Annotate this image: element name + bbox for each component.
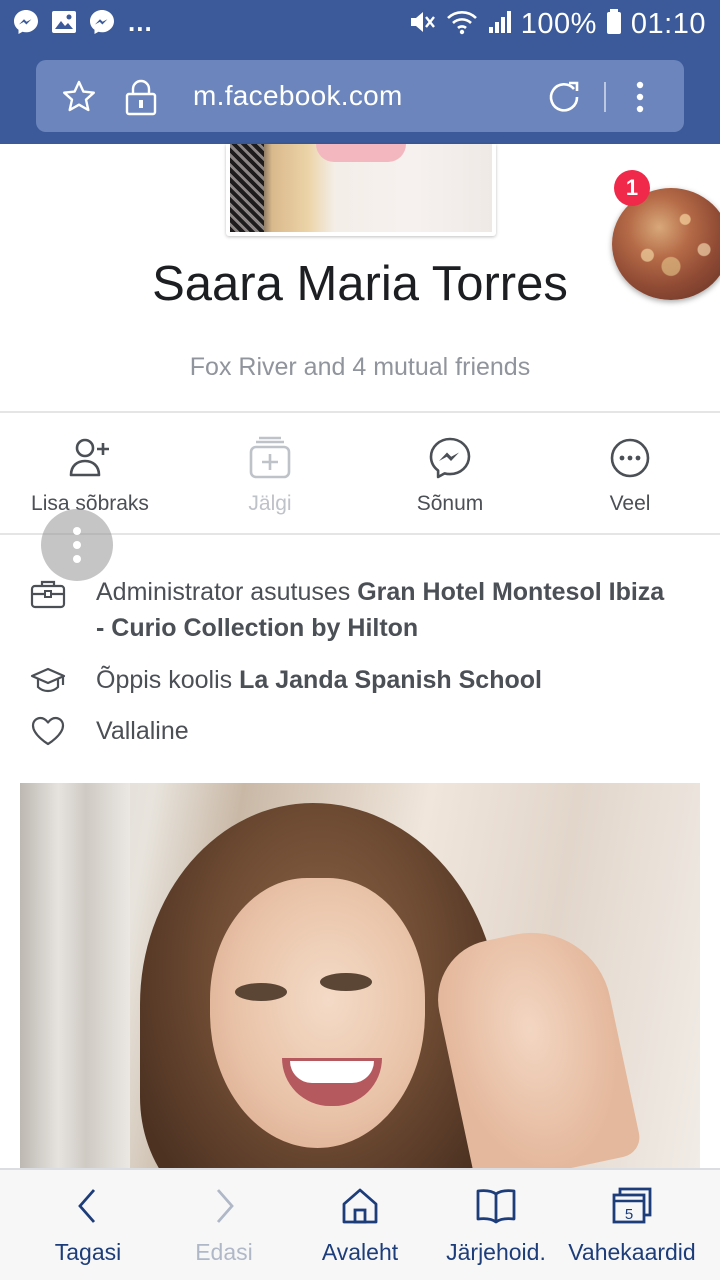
system-indicators: 100% 01:10 bbox=[407, 6, 706, 42]
dot bbox=[73, 527, 81, 535]
mutual-friends-link[interactable]: Fox River and 4 mutual friends bbox=[0, 350, 720, 384]
tabs-icon: 5 bbox=[612, 1187, 652, 1224]
follow-icon bbox=[249, 436, 291, 479]
profile-name: Saara Maria Torres bbox=[152, 257, 568, 311]
browser-bottom-nav: Tagasi Edasi Avaleht Järjehoid. 5 Vaheka… bbox=[0, 1168, 720, 1280]
home-icon bbox=[342, 1188, 378, 1224]
overflow-menu-icon[interactable] bbox=[632, 80, 648, 119]
school-link[interactable]: La Janda Spanish School bbox=[239, 666, 542, 694]
bookmarks-icon bbox=[476, 1189, 516, 1224]
battery-icon bbox=[605, 7, 623, 42]
mute-icon bbox=[407, 7, 437, 42]
school-prefix: Õppis koolis bbox=[96, 666, 240, 694]
messenger-icon bbox=[429, 437, 471, 479]
clock: 01:10 bbox=[630, 8, 706, 40]
chat-head-badge: 1 bbox=[614, 170, 650, 206]
education-text: Õppis koolis La Janda Spanish School bbox=[96, 662, 676, 698]
address-bar[interactable]: m.facebook.com bbox=[36, 60, 684, 132]
message-label: Sõnum bbox=[416, 492, 484, 515]
battery-percent: 100% bbox=[520, 8, 597, 40]
photo-eye bbox=[320, 973, 372, 991]
profile-picture-detail bbox=[316, 144, 406, 162]
star-icon[interactable] bbox=[60, 78, 98, 121]
signal-icon bbox=[487, 7, 513, 42]
tabs-label: Vahekaardid bbox=[568, 1239, 696, 1265]
chevron-left-icon bbox=[78, 1189, 96, 1223]
bookmarks-label: Järjehoid. bbox=[446, 1239, 546, 1265]
heart-icon bbox=[31, 716, 65, 746]
notification-icons: ... bbox=[12, 8, 153, 36]
lock-icon[interactable] bbox=[124, 78, 158, 121]
home-button[interactable]: Avaleht bbox=[288, 1186, 432, 1266]
work-prefix: Administrator asutuses bbox=[96, 578, 358, 606]
more-notifications-indicator: ... bbox=[128, 7, 153, 37]
floating-menu-button[interactable] bbox=[41, 509, 113, 581]
graduation-cap-icon bbox=[30, 667, 66, 693]
dot bbox=[73, 541, 81, 549]
url-text[interactable]: m.facebook.com bbox=[193, 79, 403, 113]
more-button[interactable]: Veel bbox=[540, 435, 720, 527]
back-button[interactable]: Tagasi bbox=[16, 1186, 160, 1266]
toolbar-divider bbox=[604, 82, 606, 112]
tabs-button[interactable]: 5 Vahekaardid bbox=[560, 1186, 704, 1266]
chevron-right-icon bbox=[216, 1189, 234, 1223]
photo-curtain bbox=[20, 783, 130, 1168]
profile-picture-lace bbox=[230, 144, 264, 232]
message-button[interactable]: Sõnum bbox=[360, 435, 540, 527]
status-bar: ... 100% 01:10 bbox=[0, 0, 720, 50]
profile-picture[interactable] bbox=[226, 144, 496, 236]
featured-photo[interactable] bbox=[20, 783, 700, 1168]
more-icon bbox=[610, 438, 650, 478]
profile-actions: Lisa sõbraks Jälgi Sõnum Veel bbox=[0, 413, 720, 533]
photo-eye bbox=[235, 983, 287, 1001]
dot bbox=[73, 555, 81, 563]
wifi-icon bbox=[445, 7, 479, 42]
photo-face bbox=[210, 878, 425, 1148]
back-label: Tagasi bbox=[54, 1239, 122, 1265]
work-text: Administrator asutuses Gran Hotel Montes… bbox=[96, 574, 676, 646]
messenger-notification-icon-2 bbox=[88, 8, 116, 36]
gallery-notification-icon bbox=[50, 8, 78, 36]
bookmarks-button[interactable]: Järjehoid. bbox=[424, 1186, 568, 1266]
browser-toolbar: m.facebook.com bbox=[0, 50, 720, 144]
forward-button[interactable]: Edasi bbox=[152, 1186, 296, 1266]
tabs-count: 5 bbox=[625, 1206, 633, 1223]
follow-label: Jälgi bbox=[248, 492, 292, 515]
add-friend-icon bbox=[69, 438, 109, 477]
home-label: Avaleht bbox=[321, 1239, 399, 1265]
relationship-text: Vallaline bbox=[96, 717, 189, 745]
photo-teeth bbox=[290, 1061, 374, 1083]
briefcase-icon bbox=[30, 580, 66, 609]
forward-label: Edasi bbox=[195, 1239, 253, 1265]
follow-button[interactable]: Jälgi bbox=[180, 435, 360, 527]
messenger-notification-icon bbox=[12, 8, 40, 36]
reload-icon[interactable] bbox=[544, 77, 584, 122]
more-label: Veel bbox=[609, 492, 651, 515]
